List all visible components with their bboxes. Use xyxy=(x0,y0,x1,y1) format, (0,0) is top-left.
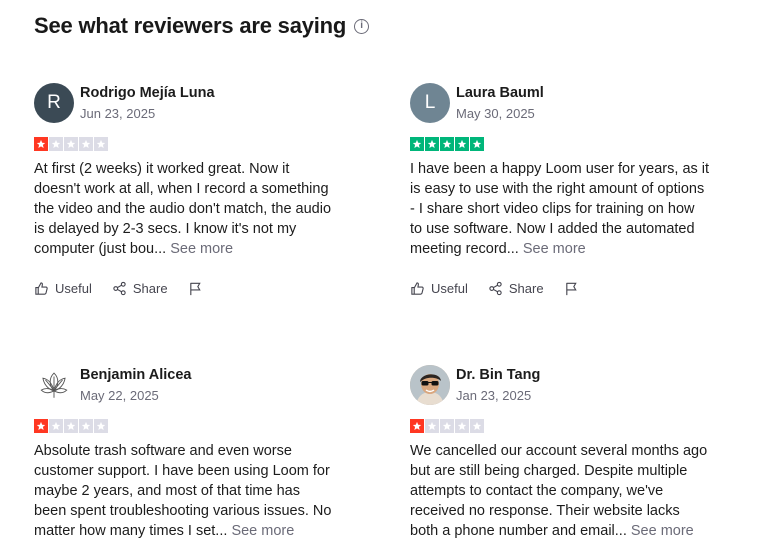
star-empty-icon xyxy=(79,137,93,151)
useful-label: Useful xyxy=(431,281,468,296)
review-actions: Useful Share xyxy=(410,281,710,296)
see-more-link[interactable]: See more xyxy=(523,241,586,257)
star-filled-icon xyxy=(410,137,424,151)
see-more-link[interactable]: See more xyxy=(631,523,694,539)
review-date: May 30, 2025 xyxy=(456,105,535,121)
star-rating xyxy=(410,419,710,433)
review-author: L Laura Bauml May 30, 2025 xyxy=(410,83,710,123)
review-date: Jun 23, 2025 xyxy=(80,105,156,121)
useful-button[interactable]: Useful xyxy=(410,281,468,296)
star-empty-icon xyxy=(94,137,108,151)
star-filled-icon xyxy=(34,419,48,433)
thumbs-up-icon xyxy=(35,282,48,295)
review-text: We cancelled our account several months … xyxy=(410,443,708,539)
avatar[interactable]: L xyxy=(410,83,450,123)
review-actions: Useful Share xyxy=(34,281,334,296)
review-text: Absolute trash software and even worse c… xyxy=(34,443,332,539)
star-empty-icon xyxy=(64,137,78,151)
section-title: See what reviewers are saying xyxy=(34,13,347,38)
star-empty-icon xyxy=(64,419,78,433)
star-rating xyxy=(410,137,710,151)
star-empty-icon xyxy=(470,419,484,433)
useful-label: Useful xyxy=(55,281,92,296)
review-card: Benjamin Alicea May 22, 2025 Absolute tr… xyxy=(34,365,334,541)
review-card: L Laura Bauml May 30, 2025 I have been a… xyxy=(410,83,710,296)
section-header: See what reviewers are saying i xyxy=(34,13,370,39)
see-more-link[interactable]: See more xyxy=(170,241,233,257)
reviewer-name[interactable]: Rodrigo Mejía Luna xyxy=(80,84,215,102)
share-icon xyxy=(113,281,126,296)
reviewer-name[interactable]: Laura Bauml xyxy=(456,84,544,102)
review-card: R Rodrigo Mejía Luna Jun 23, 2025 At fir… xyxy=(34,83,334,296)
star-empty-icon xyxy=(440,419,454,433)
avatar[interactable] xyxy=(34,365,74,405)
share-button[interactable]: Share xyxy=(112,281,168,296)
star-filled-icon xyxy=(425,137,439,151)
star-filled-icon xyxy=(470,137,484,151)
review-date: Jan 23, 2025 xyxy=(456,387,532,403)
info-icon[interactable]: i xyxy=(354,18,370,34)
review-date: May 22, 2025 xyxy=(80,387,159,403)
thumbs-up-icon xyxy=(411,282,424,295)
star-filled-icon xyxy=(410,419,424,433)
review-author: Dr. Bin Tang Jan 23, 2025 xyxy=(410,365,710,405)
star-filled-icon xyxy=(34,137,48,151)
reviewer-name[interactable]: Dr. Bin Tang xyxy=(456,366,540,384)
star-empty-icon xyxy=(49,137,63,151)
flag-button[interactable] xyxy=(188,281,209,296)
flag-button[interactable] xyxy=(564,281,585,296)
review-author: Benjamin Alicea May 22, 2025 xyxy=(34,365,334,405)
avatar[interactable]: R xyxy=(34,83,74,123)
share-label: Share xyxy=(508,281,544,296)
star-empty-icon xyxy=(49,419,63,433)
flag-icon xyxy=(189,282,201,296)
star-empty-icon xyxy=(79,419,93,433)
see-more-link[interactable]: See more xyxy=(231,523,294,539)
useful-button[interactable]: Useful xyxy=(34,281,92,296)
share-label: Share xyxy=(132,281,168,296)
star-empty-icon xyxy=(455,419,469,433)
star-rating xyxy=(34,137,334,151)
star-filled-icon xyxy=(440,137,454,151)
review-text: I have been a happy Loom user for years,… xyxy=(410,161,710,257)
review-text: At first (2 weeks) it worked great. Now … xyxy=(34,161,332,257)
profile-photo-icon xyxy=(410,365,450,405)
flag-icon xyxy=(565,282,577,296)
review-author: R Rodrigo Mejía Luna Jun 23, 2025 xyxy=(34,83,334,123)
star-filled-icon xyxy=(455,137,469,151)
avatar[interactable] xyxy=(410,365,450,405)
leaf-logo-icon xyxy=(40,372,68,398)
share-icon xyxy=(489,281,502,296)
review-card: Dr. Bin Tang Jan 23, 2025 We cancelled o… xyxy=(410,365,710,541)
star-empty-icon xyxy=(425,419,439,433)
reviewer-name[interactable]: Benjamin Alicea xyxy=(80,366,191,384)
star-empty-icon xyxy=(94,419,108,433)
share-button[interactable]: Share xyxy=(488,281,544,296)
star-rating xyxy=(34,419,334,433)
